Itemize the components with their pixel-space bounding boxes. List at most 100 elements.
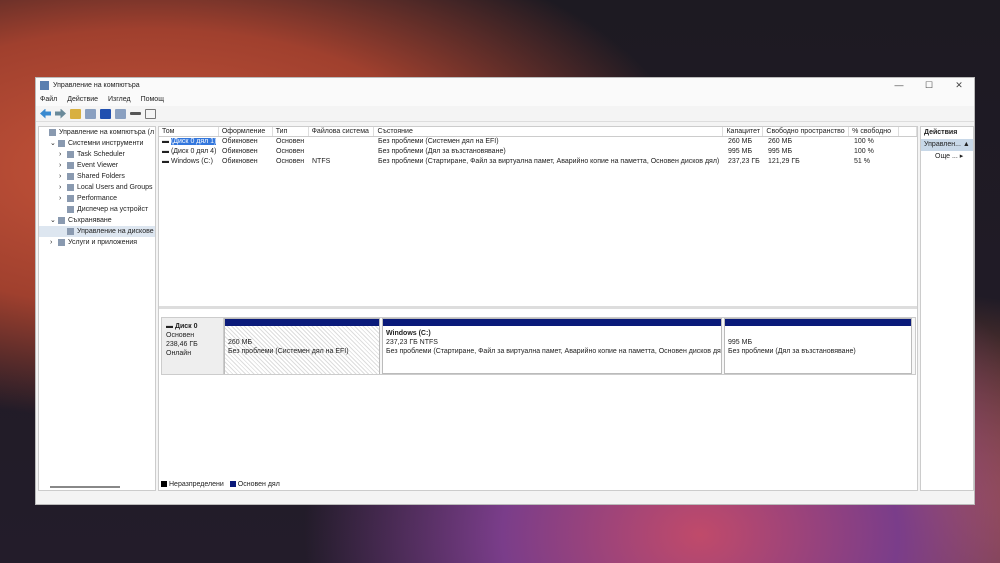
legend-unallocated: Неразпределени [161,481,224,488]
volume-row[interactable]: ▬ Windows (C:) Обикновен Основен NTFS Без пр… [159,157,917,167]
volume-row[interactable]: ▬ (Диск 0 дял 1) Обикновен Основен Без проб… [159,137,917,147]
tree-item[interactable]: › Event Viewer [39,160,155,171]
partition-size: 260 МБ [228,339,253,346]
expand-icon[interactable]: › [50,237,58,248]
app-icon [40,81,49,90]
volume-cell: 100 % [854,148,874,155]
volume-cell: Обикновен [222,138,258,145]
column-header[interactable]: Оформление [219,127,273,136]
menu-action[interactable]: Действие [67,96,98,103]
menu-help[interactable]: Помощ [141,96,164,103]
column-header[interactable]: Тип [273,127,309,136]
tree-item[interactable]: Диспечер на устройст [39,204,155,215]
volume-row[interactable]: ▬ (Диск 0 дял 4) Обикновен Основен Без проб… [159,147,917,157]
volume-cell: 100 % [854,138,874,145]
disk-label[interactable]: ▬ Диск 0 Основен 238,46 ГБ Онлайн [162,318,224,374]
column-header[interactable]: % свободно [849,127,900,136]
actions-more[interactable]: Още ... ▸ [921,151,973,163]
volume-cell: 995 МБ [728,148,753,155]
back-icon[interactable] [40,108,51,119]
expand-icon[interactable]: › [59,193,67,204]
tree-item-icon [67,205,74,213]
tree-item[interactable]: ⌄ Съхраняване [39,215,155,226]
tree-item[interactable]: › Local Users and Groups [39,182,155,193]
tree-item-icon [58,238,65,246]
close-button[interactable]: ✕ [944,80,974,91]
tree-item-icon [67,227,74,235]
column-header[interactable]: Състояние [374,127,724,136]
toolbar [36,106,974,122]
pane-icon[interactable] [145,108,156,119]
menu-file[interactable]: Файл [40,96,57,103]
tree-item[interactable]: ⌄ Системни инструменти [39,138,155,149]
tree-horizontal-scrollbar[interactable] [50,486,120,488]
volume-icon: ▬ [162,148,171,155]
volume-icon: ▬ [162,138,171,145]
volume-list: Том Оформление Тип Файлова система Състояние… [159,127,918,309]
menu-bar: Файл Действие Изглед Помощ [36,93,974,106]
expand-icon[interactable]: ⌄ [50,138,58,149]
column-header[interactable]: Том [159,127,219,136]
partition-title: Windows (C:) [386,330,431,337]
expand-icon[interactable]: › [59,160,67,171]
tree-item[interactable]: › Performance [39,193,155,204]
disk-0-row[interactable]: ▬ Диск 0 Основен 238,46 ГБ Онлайн 260 МБ… [161,317,916,375]
expand-icon[interactable]: ⌄ [50,215,58,226]
tree-item[interactable]: › Task Scheduler [39,149,155,160]
disk-icon: ▬ [166,323,175,330]
tree-item-label: Shared Folders [77,173,125,180]
column-header[interactable]: Свободно пространство [763,127,850,136]
maximize-button[interactable]: ☐ [914,80,944,91]
show-hide-tree-icon[interactable] [85,108,96,119]
tree-item[interactable]: › Услуги и приложения [39,237,155,248]
partition-status: Без проблеми (Дял за възстановяване) [728,348,856,355]
column-header[interactable]: Файлова система [309,127,375,136]
tree-item-label: Управление на дискове [77,228,154,235]
tree-item-label: Системни инструменти [68,140,144,147]
expand-icon[interactable]: › [59,171,67,182]
partition-status: Без проблеми (Стартиране, Файл за виртуа… [386,348,721,355]
minimize-button[interactable]: — [884,80,914,91]
volume-list-header: Том Оформление Тип Файлова система Състояние… [159,127,918,137]
title-bar: Управление на компютъра — ☐ ✕ [36,78,974,93]
volume-icon: ▬ [162,158,171,165]
volume-cell: 237,23 ГБ [728,158,760,165]
disk-management-pane: Том Оформление Тип Файлова система Състояние… [158,126,918,491]
forward-icon[interactable] [55,108,66,119]
volume-cell: 51 % [854,158,870,165]
disk-icon[interactable] [130,112,141,115]
help-icon[interactable] [100,108,111,119]
expand-icon[interactable]: › [59,182,67,193]
tree-item-label: Event Viewer [77,162,119,169]
partition-recovery[interactable]: 995 МБ Без проблеми (Дял за възстановяван… [724,318,912,374]
tree-item[interactable]: Управление на дискове [39,226,155,237]
actions-section-disk-management[interactable]: Управлен... ▲ [921,139,973,151]
properties-icon[interactable] [115,108,126,119]
volume-cell: 260 МБ [728,138,753,145]
column-header[interactable]: Капацитет [723,127,764,136]
disk-name: Диск 0 [174,323,198,330]
partition-windows-c[interactable]: Windows (C:) 237,23 ГБ NTFS Без проблеми (… [382,318,722,374]
volume-cell: Обикновен [222,158,258,165]
tree-item-label: Performance [77,195,118,202]
tree-item-label: Диспечер на устройст [77,206,149,213]
volume-cell: Без проблеми (Системен дял на EFI) [378,138,499,145]
volume-cell: 995 МБ [768,148,793,155]
up-folder-icon[interactable] [70,108,81,119]
volume-cell: Без проблеми (Стартиране, Файл за виртуа… [378,158,720,165]
volume-cell: Основен [276,138,305,145]
tree-item[interactable]: › Shared Folders [39,171,155,182]
legend: Неразпределени Основен дял [161,481,280,488]
menu-view[interactable]: Изглед [108,96,131,103]
volume-cell [309,147,375,157]
actions-header: Действия [924,129,958,136]
column-header[interactable] [899,127,918,136]
expand-icon[interactable]: › [59,149,67,160]
tree-item-label: Услуги и приложения [68,239,138,246]
tree-item[interactable]: Управление на компютъра (л [39,127,155,138]
volume-cell: ▬ (Диск 0 дял 1) [162,138,217,145]
volume-cell: Основен [276,148,305,155]
volume-cell [309,137,375,147]
volume-cell: ▬ Windows (C:) [162,158,213,165]
partition-efi[interactable]: 260 МБ Без проблеми (Системен дял на EFI) [224,318,380,374]
